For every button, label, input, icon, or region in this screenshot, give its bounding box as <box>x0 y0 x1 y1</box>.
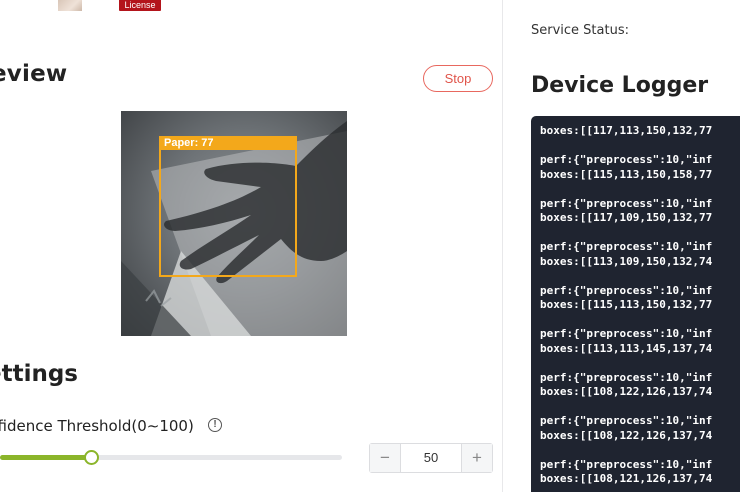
increment-button[interactable]: + <box>461 444 492 472</box>
log-line: perf:{"preprocess":10,"inf <box>540 153 713 166</box>
info-icon[interactable]: ! <box>208 418 222 432</box>
log-spacer <box>540 182 740 197</box>
log-line: boxes:[[115,113,150,158,77 <box>540 167 713 181</box>
device-logger-heading: Device Logger <box>531 73 709 98</box>
thumbnail-image[interactable] <box>58 0 82 11</box>
camera-preview-image: Paper: 77 <box>121 111 347 336</box>
log-spacer <box>540 313 740 328</box>
detection-box <box>159 138 297 277</box>
log-line: boxes:[[115,113,150,132,77 <box>540 298 713 311</box>
log-spacer <box>540 269 740 284</box>
log-spacer <box>540 400 740 415</box>
threshold-value-input[interactable]: 50 <box>401 444 461 472</box>
confidence-threshold-label: nfidence Threshold(0∼100) <box>0 417 194 435</box>
log-line: boxes:[[108,122,126,137,74 <box>540 385 713 398</box>
log-line: boxes:[[117,113,150,132,77 <box>540 124 713 137</box>
log-spacer <box>540 356 740 371</box>
log-spacer <box>540 139 740 154</box>
threshold-stepper: − 50 + <box>369 443 493 473</box>
stop-button[interactable]: Stop <box>423 65 493 92</box>
service-status-label: Service Status: <box>531 23 629 38</box>
log-spacer <box>540 443 740 458</box>
log-line: perf:{"preprocess":10,"inf <box>540 414 713 427</box>
log-line: perf:{"preprocess":10,"inf <box>540 196 713 210</box>
detection-label: Paper: 77 <box>159 136 297 150</box>
log-line: perf:{"preprocess":10,"inf <box>540 457 713 471</box>
log-line: perf:{"preprocess":10,"inf <box>540 370 713 384</box>
log-line: perf:{"preprocess":10,"inf <box>540 283 713 297</box>
log-line: perf:{"preprocess":10,"inf <box>540 327 713 340</box>
log-line: boxes:[[117,109,150,132,77 <box>540 211 713 224</box>
log-line: boxes:[[113,109,150,132,74 <box>540 254 713 268</box>
log-spacer <box>540 226 740 241</box>
settings-heading: ettings <box>0 361 78 387</box>
log-line: boxes:[[108,121,126,137,74 <box>540 472 713 485</box>
license-badge[interactable]: License <box>119 0 161 11</box>
log-line: boxes:[[113,113,145,137,74 <box>540 341 713 355</box>
log-line: perf:{"preprocess":10,"inf <box>540 240 713 253</box>
decrement-button[interactable]: − <box>370 444 401 472</box>
column-divider <box>502 0 503 492</box>
preview-heading: eview <box>0 61 68 87</box>
log-line: boxes:[[108,122,126,137,74 <box>540 428 713 442</box>
threshold-slider-fill <box>0 455 91 460</box>
device-logger-console[interactable]: boxes:[[117,113,150,132,77 perf:{"preproc… <box>531 116 740 492</box>
threshold-slider-handle[interactable] <box>84 450 99 465</box>
